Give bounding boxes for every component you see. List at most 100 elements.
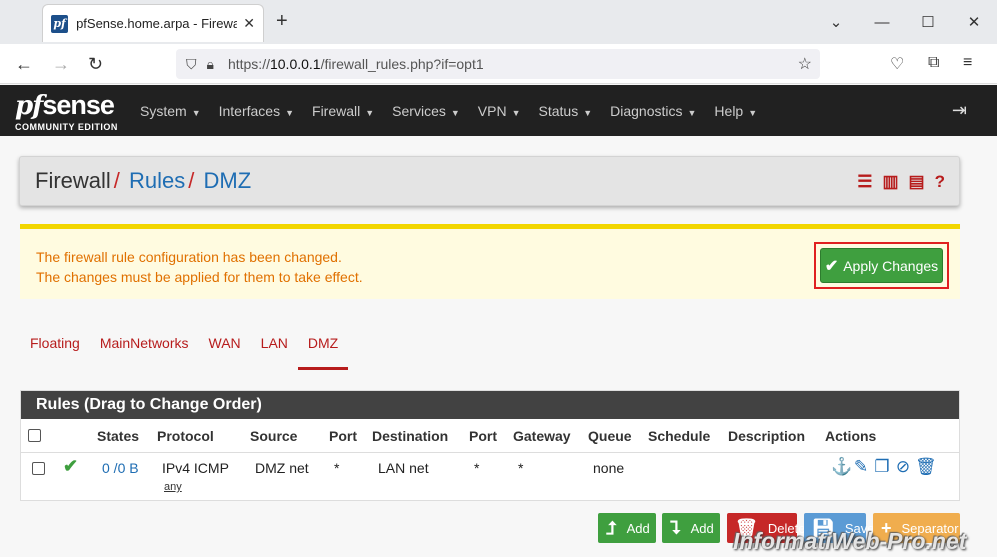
- help-icon[interactable]: ?: [935, 172, 945, 192]
- pencil-icon[interactable]: ✎: [852, 457, 870, 477]
- logout-icon[interactable]: ⇥: [952, 100, 967, 121]
- row-queue: none: [593, 460, 625, 476]
- caret-down-icon: ▼: [511, 107, 521, 118]
- changes-alert: The firewall rule configuration has been…: [20, 224, 960, 299]
- add-top-label: Add: [626, 520, 650, 536]
- alert-line-2: The changes must be applied for them to …: [36, 269, 363, 285]
- row-protocol-sub[interactable]: any: [164, 481, 182, 493]
- url-host: 10.0.0.1: [269, 56, 321, 72]
- minimize-icon[interactable]: —: [859, 14, 905, 31]
- extensions-icon[interactable]: ⧉: [928, 54, 939, 72]
- crumb-dmz[interactable]: DMZ: [204, 168, 252, 193]
- tab-wan[interactable]: WAN: [199, 322, 251, 370]
- caret-down-icon: ▼: [191, 107, 201, 118]
- menu-system[interactable]: System ▼: [140, 103, 201, 119]
- sliders-icon[interactable]: ☰: [857, 172, 872, 192]
- caret-down-icon: ▼: [285, 107, 295, 118]
- caret-down-icon: ▼: [687, 107, 697, 118]
- back-icon[interactable]: ←: [15, 54, 33, 75]
- menu-interfaces[interactable]: Interfaces ▼: [219, 103, 294, 119]
- row-checkbox[interactable]: [32, 462, 45, 475]
- url-prefix: https://: [227, 56, 270, 72]
- menu-status[interactable]: Status ▼: [539, 103, 593, 119]
- main-menu: System ▼ Interfaces ▼ Firewall ▼ Services ▼ …: [140, 85, 775, 136]
- menu-services[interactable]: Services ▼: [392, 103, 460, 119]
- menu-vpn[interactable]: VPN ▼: [478, 103, 521, 119]
- url-text: https://10.0.0.1/firewall_rules.php?if=o…: [228, 56, 484, 72]
- caret-down-icon: ▼: [748, 107, 758, 118]
- pfsense-favicon-icon: pf: [51, 14, 69, 33]
- add-rule-bottom-button[interactable]: ⮧ Add: [662, 513, 720, 543]
- reload-icon[interactable]: ↻: [88, 54, 103, 75]
- browser-tabbar: pf pfSense.home.arpa - Firewall: R ✕ + ⌄…: [0, 0, 997, 44]
- address-bar[interactable]: ⛉ 🔒︎ https://10.0.0.1/firewall_rules.php…: [176, 49, 820, 79]
- caret-down-icon: ▼: [583, 107, 593, 118]
- url-path: /firewall_rules.php?if=opt1: [320, 56, 484, 72]
- breadcrumb-icons: ☰ ▥ ▤ ?: [847, 172, 945, 192]
- caret-down-icon: ▼: [450, 107, 460, 118]
- chevron-down-icon[interactable]: ⌄: [813, 13, 859, 31]
- crumb-separator: /: [188, 168, 195, 193]
- alert-line-1: The firewall rule configuration has been…: [36, 249, 342, 265]
- col-destination[interactable]: Destination: [372, 428, 448, 444]
- tab-mainnetworks[interactable]: MainNetworks: [90, 322, 199, 370]
- caret-down-icon: ▼: [365, 107, 375, 118]
- bookmark-star-icon[interactable]: ☆: [798, 54, 812, 74]
- col-port[interactable]: Port: [329, 428, 357, 444]
- alert-text: The firewall rule configuration has been…: [36, 247, 363, 287]
- apply-highlight: ✔ Apply Changes: [814, 242, 949, 289]
- select-all-checkbox[interactable]: [28, 429, 41, 442]
- add-bottom-label: Add: [690, 520, 714, 536]
- disable-icon[interactable]: ⊘: [894, 457, 912, 477]
- pass-check-icon[interactable]: ✔: [63, 456, 78, 477]
- col-source[interactable]: Source: [250, 428, 297, 444]
- pfsense-logo[interactable]: pfsense COMMUNITY EDITION: [15, 91, 118, 132]
- menu-firewall[interactable]: Firewall ▼: [312, 103, 374, 119]
- copy-icon[interactable]: ❐: [873, 457, 891, 477]
- list-icon[interactable]: ▤: [909, 172, 925, 192]
- col-protocol[interactable]: Protocol: [157, 428, 214, 444]
- col-gateway[interactable]: Gateway: [513, 428, 571, 444]
- col-queue[interactable]: Queue: [588, 428, 632, 444]
- row-port: *: [334, 460, 340, 476]
- maximize-icon[interactable]: ☐: [905, 13, 951, 31]
- col-states[interactable]: States: [97, 428, 139, 444]
- add-rule-top-button[interactable]: ⮥ Add: [598, 513, 656, 543]
- tab-dmz[interactable]: DMZ: [297, 322, 349, 370]
- close-window-icon[interactable]: ✕: [951, 13, 997, 31]
- tab-lan[interactable]: LAN: [251, 322, 298, 370]
- new-tab-icon[interactable]: +: [276, 10, 288, 33]
- breadcrumb: Firewall / Rules / DMZ ☰ ▥ ▤ ?: [19, 156, 960, 206]
- apply-changes-label: Apply Changes: [843, 257, 939, 274]
- trash-icon[interactable]: 🗑︎: [915, 457, 937, 477]
- apply-changes-button[interactable]: ✔ Apply Changes: [820, 248, 943, 283]
- check-icon: ✔: [824, 257, 839, 275]
- browser-tab[interactable]: pf pfSense.home.arpa - Firewall: R ✕: [42, 4, 264, 42]
- forward-icon[interactable]: →: [52, 54, 70, 75]
- col-description[interactable]: Description: [728, 428, 805, 444]
- breadcrumb-trail: Firewall / Rules / DMZ: [35, 168, 251, 194]
- row-gateway: *: [518, 460, 524, 476]
- tab-floating[interactable]: Floating: [20, 322, 90, 370]
- pfsense-navbar: pfsense COMMUNITY EDITION System ▼ Interf…: [0, 85, 997, 136]
- anchor-icon[interactable]: ⚓: [831, 457, 852, 477]
- row-actions: ⚓ ✎ ❐ ⊘ 🗑︎: [831, 457, 937, 477]
- lock-icon[interactable]: 🔒︎: [207, 56, 214, 73]
- menu-icon[interactable]: ≡: [963, 54, 972, 72]
- menu-diagnostics[interactable]: Diagnostics ▼: [610, 103, 696, 119]
- crumb-rules[interactable]: Rules: [129, 168, 185, 193]
- crumb-separator: /: [113, 168, 120, 193]
- shield-icon[interactable]: ⛉: [186, 56, 197, 73]
- logo-sense: sense: [42, 90, 115, 120]
- watermark: InformatiWeb-Pro.net: [733, 528, 967, 554]
- bar-chart-icon[interactable]: ▥: [882, 172, 898, 192]
- row-states[interactable]: 0 /0 B: [102, 460, 139, 476]
- logo-pf: pf: [15, 91, 43, 121]
- rules-panel-title: Rules (Drag to Change Order): [21, 391, 959, 419]
- col-schedule[interactable]: Schedule: [648, 428, 710, 444]
- pocket-icon[interactable]: ♡: [890, 54, 904, 74]
- col-dest-port[interactable]: Port: [469, 428, 497, 444]
- menu-help[interactable]: Help ▼: [714, 103, 757, 119]
- close-tab-icon[interactable]: ✕: [243, 15, 255, 32]
- col-actions: Actions: [825, 428, 877, 444]
